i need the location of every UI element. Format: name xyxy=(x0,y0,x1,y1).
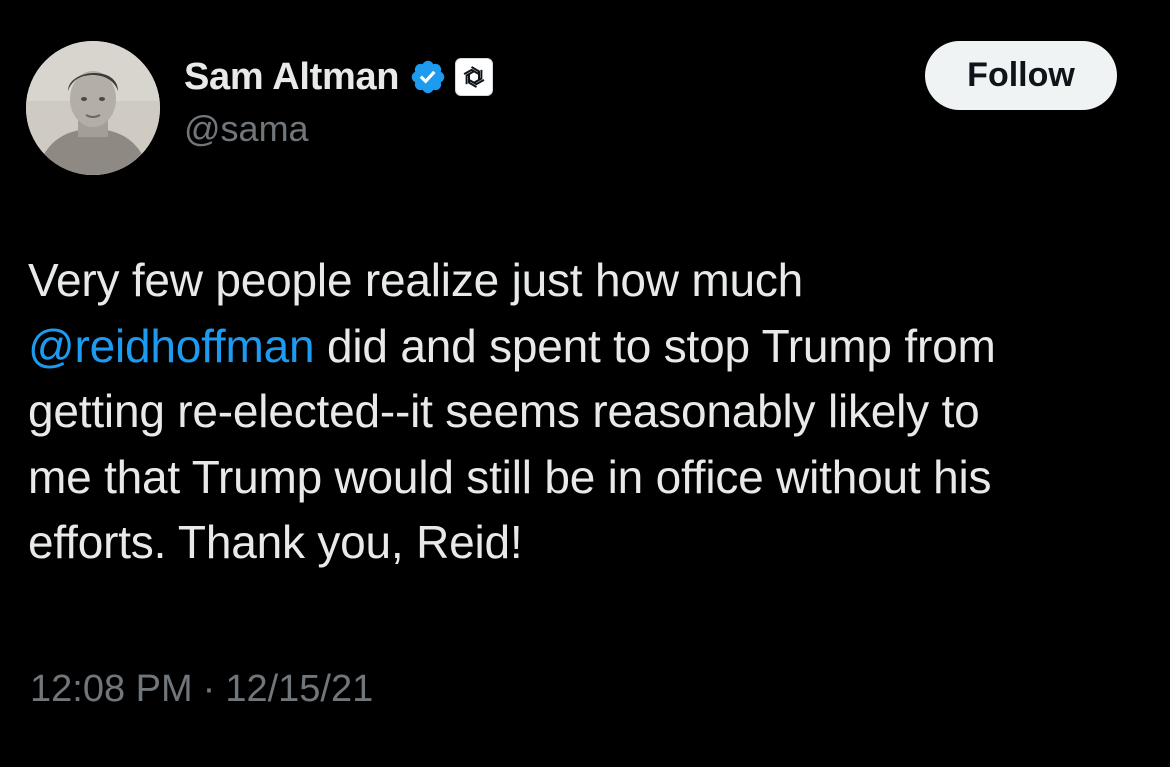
author-display-name[interactable]: Sam Altman xyxy=(184,56,400,99)
meta-separator: · xyxy=(202,668,216,710)
verified-badge-icon[interactable] xyxy=(409,58,447,96)
avatar-photo xyxy=(26,41,160,175)
avatar[interactable] xyxy=(26,41,160,175)
follow-button[interactable]: Follow xyxy=(925,41,1117,110)
author-handle[interactable]: @sama xyxy=(184,108,309,150)
tweet-line: getting re-elected--it seems reasonably … xyxy=(28,385,980,437)
author-name-row: Sam Altman xyxy=(184,52,494,102)
tweet-line: Very few people realize just how much xyxy=(28,254,804,306)
tweet-card: Sam Altman @sama Follow Very few people … xyxy=(0,0,1170,767)
tweet-meta: 12:08 PM · 12/15/21 xyxy=(30,668,373,711)
tweet-line-text: did and spent to stop Trump from xyxy=(314,319,996,372)
tweet-date[interactable]: 12/15/21 xyxy=(225,668,373,710)
mention-link[interactable]: @reidhoffman xyxy=(28,320,315,372)
tweet-line: @reidhoffman did and spent to stop Trump… xyxy=(28,314,1153,380)
openai-logo-icon[interactable] xyxy=(455,58,494,96)
tweet-time[interactable]: 12:08 PM xyxy=(30,668,193,710)
tweet-line: me that Trump would still be in office w… xyxy=(28,450,992,503)
tweet-line: efforts. Thank you, Reid! xyxy=(28,516,523,568)
tweet-text: Very few people realize just how much @r… xyxy=(28,248,1153,576)
